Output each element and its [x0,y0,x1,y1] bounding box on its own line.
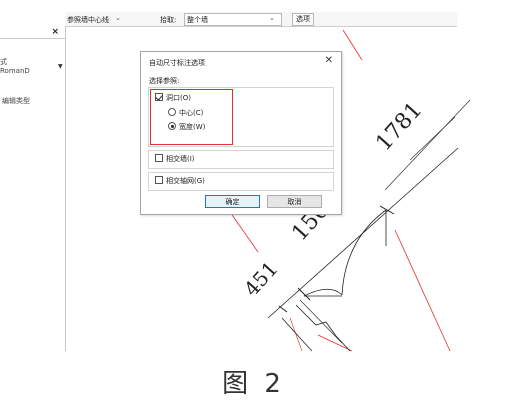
chevron-down-icon: ⌄ [269,14,275,22]
intersecting-grids-label: 相交轴网(G) [166,177,205,185]
close-icon[interactable]: × [51,27,59,37]
options-button[interactable]: 选项 [292,13,314,26]
center-radio[interactable] [168,108,176,116]
wall-edge [295,304,351,352]
intersecting-walls-checkbox[interactable] [155,154,163,162]
figure-caption: 图 2 [222,369,285,399]
pick-select-value: 整个墙 [187,16,208,24]
chevron-down-icon[interactable]: ⌄ [115,14,121,22]
chevron-down-icon[interactable]: ▼ [58,63,63,70]
wall-edge [281,317,313,352]
option-bar: 参照墙中心线 ⌄ 拾取: 整个墙 ⌄ 选项 [65,12,457,27]
type-name: RomanD [0,67,30,75]
grid-line [394,229,451,352]
openings-label: 洞口(O) [166,94,191,102]
close-icon[interactable]: ✕ [325,55,333,66]
grid-line [342,29,363,61]
location-line-select[interactable]: 参照墙中心线 [67,15,109,25]
dialog-title: 自动尺寸标注选项 [149,59,205,67]
select-references-label: 选择参照: [149,77,180,85]
cancel-button[interactable]: 取消 [267,195,322,208]
center-label: 中心(C) [179,109,204,117]
intersecting-grids-checkbox[interactable] [155,176,163,184]
pick-select[interactable]: 整个墙 ⌄ [184,13,282,26]
width-label: 宽度(W) [179,123,206,131]
ok-button[interactable]: 确定 [205,195,260,208]
openings-checkbox[interactable] [155,93,163,101]
width-radio[interactable] [168,122,176,130]
grid-line [289,317,303,352]
grid-line [317,334,353,352]
auto-dimension-options-dialog: 自动尺寸标注选项 ✕ 选择参照: 洞口(O) 中心(C) 宽度(W) 相交墙(I… [140,51,342,215]
tick-mark [278,305,288,313]
type-text: 式 [0,58,7,66]
grid-line [229,211,259,253]
door-swing-arc [303,288,343,297]
divider [0,38,65,39]
pick-label: 拾取: [160,16,177,24]
edit-type-link[interactable]: 编辑类型 [2,96,30,106]
properties-panel: × 式 ▼ RomanD 编辑类型 [0,26,66,351]
intersecting-walls-label: 相交墙(I) [166,155,195,163]
door-swing-arc [341,209,387,296]
